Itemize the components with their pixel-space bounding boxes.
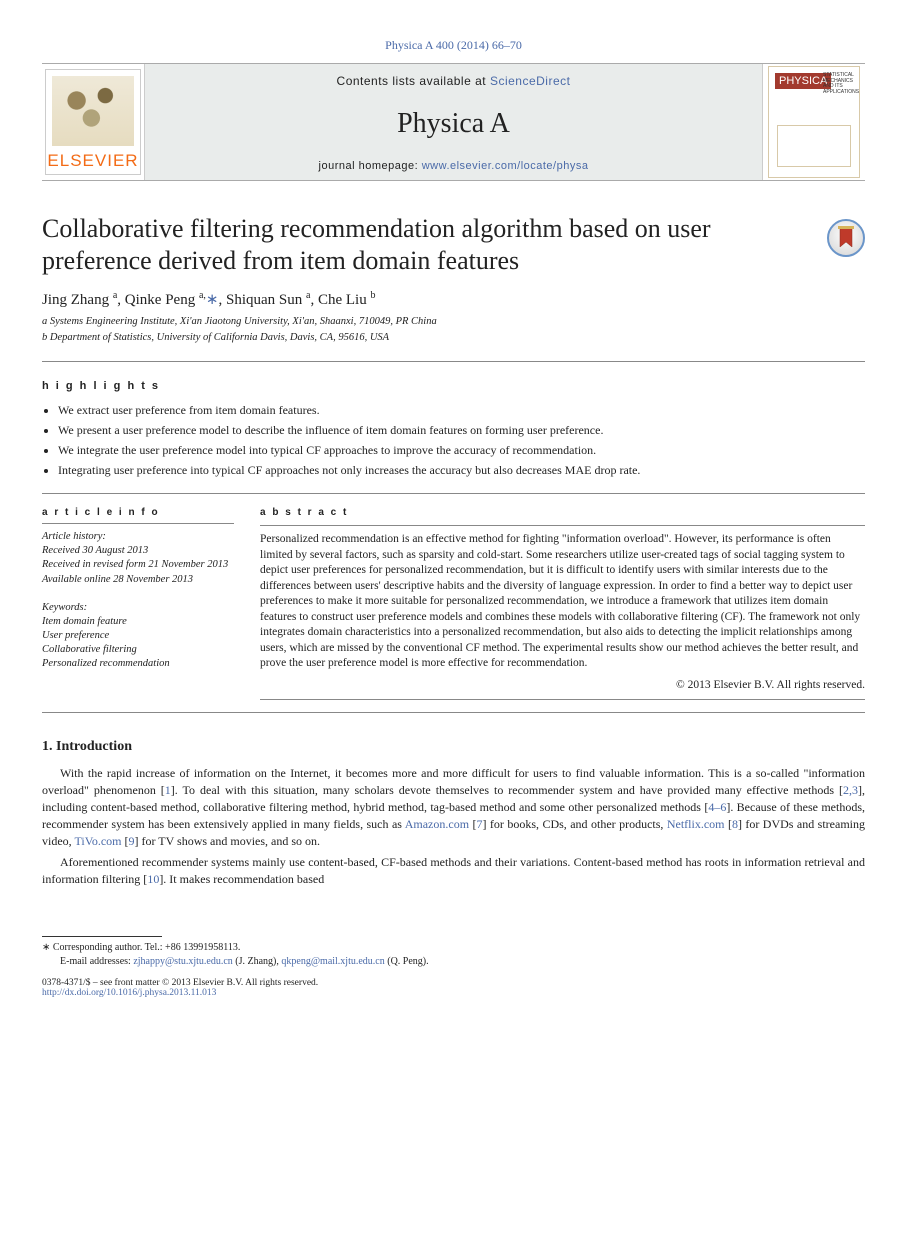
keywords-list: Item domain feature User preference Coll… bbox=[42, 615, 234, 672]
intro-text: [ bbox=[725, 817, 732, 831]
page-root: Physica A 400 (2014) 66–70 ELSEVIER Cont… bbox=[0, 0, 907, 1022]
highlight-item: We extract user preference from item dom… bbox=[58, 402, 865, 418]
publisher-logo-area: ELSEVIER bbox=[42, 64, 144, 180]
highlight-item: We present a user preference model to de… bbox=[58, 422, 865, 438]
keyword-item: Personalized recommendation bbox=[42, 657, 234, 671]
author-email-1[interactable]: zjhappy@stu.xjtu.edu.cn bbox=[133, 956, 232, 967]
abstract-column: a b s t r a c t Personalized recommendat… bbox=[260, 506, 865, 701]
sciencedirect-link[interactable]: ScienceDirect bbox=[490, 74, 571, 88]
footnote-marker: ∗ bbox=[42, 942, 53, 953]
journal-cover-area: STATISTICAL MECHANICS AND ITS APPLICATIO… bbox=[763, 64, 865, 180]
history-line: Received in revised form 21 November 201… bbox=[42, 558, 234, 572]
abstract-heading: a b s t r a c t bbox=[260, 506, 865, 520]
cover-subtitle: STATISTICAL MECHANICS AND ITS APPLICATIO… bbox=[823, 73, 859, 95]
elsevier-logo[interactable]: ELSEVIER bbox=[45, 69, 141, 175]
highlights-section: h i g h l i g h t s We extract user pref… bbox=[42, 380, 865, 479]
title-row: Collaborative filtering recommendation a… bbox=[42, 213, 865, 276]
affiliations: a Systems Engineering Institute, Xi'an J… bbox=[42, 315, 865, 344]
email-footnote: E-mail addresses: zjhappy@stu.xjtu.edu.c… bbox=[42, 955, 865, 969]
info-abstract-row: a r t i c l e i n f o Article history: R… bbox=[42, 506, 865, 701]
abstract-body: Personalized recommendation is an effect… bbox=[260, 532, 865, 672]
bottom-copyright-line: 0378-4371/$ – see front matter © 2013 El… bbox=[42, 978, 865, 998]
horizontal-rule bbox=[260, 525, 865, 526]
keyword-item: User preference bbox=[42, 629, 234, 643]
authors-line: Jing Zhang a, Qinke Peng a,∗, Shiquan Su… bbox=[42, 290, 865, 309]
footnote-text: Corresponding author. Tel.: +86 13991958… bbox=[53, 942, 240, 953]
section-number: 1. bbox=[42, 739, 53, 754]
journal-homepage-line: journal homepage: www.elsevier.com/locat… bbox=[145, 160, 762, 172]
email-suffix: (Q. Peng). bbox=[385, 956, 429, 967]
affiliation-a: a Systems Engineering Institute, Xi'an J… bbox=[42, 315, 865, 329]
horizontal-rule bbox=[42, 712, 865, 713]
footnotes: ∗ Corresponding author. Tel.: +86 139919… bbox=[42, 936, 865, 968]
citation-link[interactable]: Physica A 400 (2014) 66–70 bbox=[385, 38, 522, 52]
ref-2-3-link[interactable]: 2,3 bbox=[843, 783, 858, 797]
intro-text: ]. It makes recommendation based bbox=[159, 872, 324, 886]
doi-link[interactable]: http://dx.doi.org/10.1016/j.physa.2013.1… bbox=[42, 988, 216, 998]
amazon-link[interactable]: Amazon.com bbox=[405, 817, 469, 831]
keyword-item: Collaborative filtering bbox=[42, 643, 234, 657]
horizontal-rule bbox=[42, 361, 865, 362]
journal-banner: ELSEVIER Contents lists available at Sci… bbox=[42, 63, 865, 181]
header-citation: Physica A 400 (2014) 66–70 bbox=[42, 38, 865, 53]
horizontal-rule bbox=[42, 523, 234, 524]
email-label: E-mail addresses: bbox=[60, 956, 133, 967]
crossmark-badge[interactable] bbox=[827, 219, 865, 257]
abstract-copyright: © 2013 Elsevier B.V. All rights reserved… bbox=[260, 678, 865, 694]
section-1-heading: 1. Introduction bbox=[42, 739, 865, 755]
homepage-prefix: journal homepage: bbox=[319, 160, 422, 172]
intro-text: ] for TV shows and movies, and so on. bbox=[134, 834, 320, 848]
keyword-item: Item domain feature bbox=[42, 615, 234, 629]
journal-homepage-link[interactable]: www.elsevier.com/locate/physa bbox=[422, 160, 589, 172]
article-title: Collaborative filtering recommendation a… bbox=[42, 213, 807, 276]
keywords-heading: Keywords: bbox=[42, 601, 234, 615]
highlight-item: We integrate the user preference model i… bbox=[58, 442, 865, 458]
ref-4-6-link[interactable]: 4–6 bbox=[708, 800, 726, 814]
highlight-item: Integrating user preference into typical… bbox=[58, 462, 865, 478]
intro-text: ] for books, CDs, and other products, bbox=[482, 817, 666, 831]
author-email-2[interactable]: qkpeng@mail.xjtu.edu.cn bbox=[281, 956, 384, 967]
intro-paragraph-1: With the rapid increase of information o… bbox=[42, 765, 865, 850]
history-line: Article history: bbox=[42, 530, 234, 544]
keywords-label: Keywords: bbox=[42, 602, 87, 613]
front-matter-line: 0378-4371/$ – see front matter © 2013 El… bbox=[42, 978, 865, 988]
ref-10-link[interactable]: 10 bbox=[147, 872, 159, 886]
netflix-link[interactable]: Netflix.com bbox=[667, 817, 725, 831]
corresponding-author-footnote: ∗ Corresponding author. Tel.: +86 139919… bbox=[42, 941, 865, 955]
contents-lists-line: Contents lists available at ScienceDirec… bbox=[145, 74, 762, 88]
bookmark-icon bbox=[836, 225, 856, 251]
history-line: Received 30 August 2013 bbox=[42, 544, 234, 558]
horizontal-rule bbox=[42, 493, 865, 494]
section-title: Introduction bbox=[56, 739, 132, 754]
elsevier-wordmark: ELSEVIER bbox=[46, 151, 140, 171]
highlights-list: We extract user preference from item dom… bbox=[42, 402, 865, 479]
article-info-column: a r t i c l e i n f o Article history: R… bbox=[42, 506, 234, 701]
article-info-heading: a r t i c l e i n f o bbox=[42, 506, 234, 520]
journal-cover-thumbnail[interactable]: STATISTICAL MECHANICS AND ITS APPLICATIO… bbox=[768, 66, 860, 178]
horizontal-rule bbox=[260, 699, 865, 700]
affiliation-b: b Department of Statistics, University o… bbox=[42, 331, 865, 345]
article-history: Article history: Received 30 August 2013… bbox=[42, 530, 234, 587]
journal-name: Physica A bbox=[145, 108, 762, 140]
intro-text: ]. To deal with this situation, many sch… bbox=[171, 783, 843, 797]
email-suffix: (J. Zhang), bbox=[233, 956, 282, 967]
highlights-heading: h i g h l i g h t s bbox=[42, 380, 865, 392]
history-line: Available online 28 November 2013 bbox=[42, 573, 234, 587]
contents-lists-prefix: Contents lists available at bbox=[337, 74, 490, 88]
intro-paragraph-2: Aforementioned recommender systems mainl… bbox=[42, 854, 865, 888]
tivo-link[interactable]: TiVo.com bbox=[74, 834, 121, 848]
banner-center: Contents lists available at ScienceDirec… bbox=[144, 64, 763, 180]
